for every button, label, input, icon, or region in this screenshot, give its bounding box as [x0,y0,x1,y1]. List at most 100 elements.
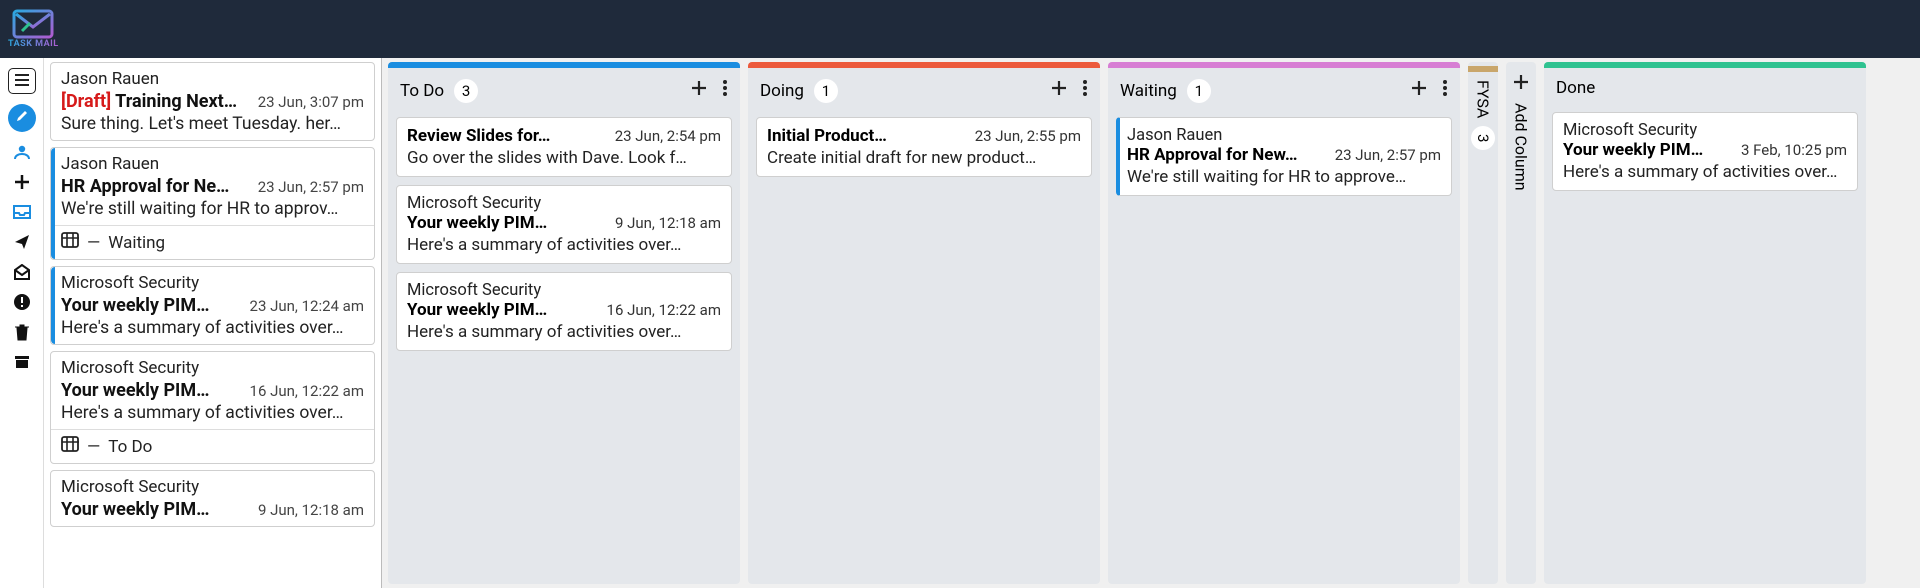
logo-envelope-icon [12,9,54,39]
column-count: 1 [1187,79,1211,103]
column-title: To Do [400,81,444,101]
column-done: Done Microsoft Security Your weekly PIM…… [1544,62,1866,584]
board-icon [61,436,79,457]
column-doing: Doing 1 Initial Product… 23 Jun, 2:55 pm… [748,62,1100,584]
email-item[interactable]: Microsoft Security Your weekly PIM… 9 Ju… [50,470,375,527]
card-subject: Your weekly PIM… [407,300,601,320]
email-item[interactable]: Jason Rauen [Draft] Training Next… 23 Ju… [50,62,375,141]
card[interactable]: Jason Rauen HR Approval for New… 23 Jun,… [1116,117,1452,196]
card-preview: Here's a summary of activities over… [407,235,721,255]
email-preview: Here's a summary of activities over… [61,318,364,338]
card-subject: HR Approval for New… [1127,145,1329,165]
app-header: TASK MAIL [0,0,1920,58]
card-preview: Create initial draft for new product… [767,148,1081,168]
card-from: Microsoft Security [407,194,721,213]
column-menu-button[interactable] [1442,78,1448,103]
column-title: Doing [760,81,804,101]
email-time: 23 Jun, 2:57 pm [258,178,364,196]
email-from: Microsoft Security [61,273,364,293]
email-tag-row: — Waiting [51,225,374,259]
column-menu-button[interactable] [1082,78,1088,103]
email-item[interactable]: Jason Rauen HR Approval for Ne… 23 Jun, … [50,147,375,260]
column-count: 3 [1471,126,1495,150]
sidebar-trash[interactable] [12,322,32,342]
email-tag: Waiting [108,233,165,253]
column-count: 3 [454,79,478,103]
card[interactable]: Microsoft Security Your weekly PIM… 16 J… [396,272,732,351]
email-from: Microsoft Security [61,477,364,497]
email-tag-row: — To Do [51,429,374,463]
card-time: 23 Jun, 2:54 pm [615,127,721,145]
card-preview: Go over the slides with Dave. Look f… [407,148,721,168]
email-from: Microsoft Security [61,358,364,378]
add-column-button[interactable]: Add Column [1506,62,1536,584]
compose-button[interactable] [8,104,36,132]
pencil-icon [14,108,30,128]
column-accent-bar [1468,66,1498,72]
email-subject: HR Approval for Ne… [61,176,252,197]
card[interactable]: Initial Product… 23 Jun, 2:55 pm Create … [756,117,1092,177]
card-subject: Initial Product… [767,126,969,146]
email-time: 9 Jun, 12:18 am [258,501,364,519]
sidebar-add[interactable] [12,172,32,192]
email-item[interactable]: Microsoft Security Your weekly PIM… 16 J… [50,351,375,464]
column-menu-button[interactable] [722,78,728,103]
card-from: Microsoft Security [407,281,721,300]
card-preview: Here's a summary of activities over… [1563,162,1847,182]
email-subject: Your weekly PIM… [61,295,244,316]
email-subject: Your weekly PIM… [61,380,244,401]
email-subject: [Draft] Training Next… [61,91,252,112]
email-from: Jason Rauen [61,69,364,89]
sidebar [0,58,44,588]
email-preview: Sure thing. Let's meet Tuesday. her… [61,114,364,134]
sidebar-alerts[interactable] [12,292,32,312]
email-time: 16 Jun, 12:22 am [250,382,364,400]
card-time: 16 Jun, 12:22 am [607,301,721,319]
card[interactable]: Microsoft Security Your weekly PIM… 9 Ju… [396,185,732,264]
sidebar-archive[interactable] [12,352,32,372]
card-time: 9 Jun, 12:18 am [615,214,721,232]
email-preview: We're still waiting for HR to approv… [61,199,364,219]
card-subject: Your weekly PIM… [407,213,609,233]
card-subject: Review Slides for… [407,126,609,146]
add-card-button[interactable] [1410,78,1428,103]
add-card-button[interactable] [1050,78,1068,103]
email-time: 23 Jun, 12:24 am [250,297,364,315]
column-title: Waiting [1120,81,1177,101]
app-logo: TASK MAIL [8,9,59,49]
email-tag: To Do [108,437,152,457]
card-time: 3 Feb, 10:25 pm [1741,141,1847,159]
card-from: Jason Rauen [1127,126,1441,145]
column-fysa-collapsed[interactable]: FYSA 3 [1468,62,1498,584]
menu-button[interactable] [8,68,36,94]
sidebar-people[interactable] [12,142,32,162]
column-todo: To Do 3 Review Slides for… 23 Jun, 2:54 … [388,62,740,584]
app-name: TASK MAIL [8,39,59,49]
email-subject: Your weekly PIM… [61,499,252,520]
menu-icon [14,72,30,91]
board-icon [61,232,79,253]
kanban-board: To Do 3 Review Slides for… 23 Jun, 2:54 … [382,58,1920,588]
email-item[interactable]: Microsoft Security Your weekly PIM… 23 J… [50,266,375,345]
card-preview: We're still waiting for HR to approve… [1127,167,1441,187]
column-waiting: Waiting 1 Jason Rauen HR Approval for Ne… [1108,62,1460,584]
email-from: Jason Rauen [61,154,364,174]
card-preview: Here's a summary of activities over… [407,322,721,342]
card-subject: Your weekly PIM… [1563,140,1735,160]
card-time: 23 Jun, 2:55 pm [975,127,1081,145]
plus-icon [1512,72,1530,97]
email-time: 23 Jun, 3:07 pm [258,93,364,111]
card[interactable]: Review Slides for… 23 Jun, 2:54 pm Go ov… [396,117,732,177]
email-list: Jason Rauen [Draft] Training Next… 23 Ju… [44,58,382,588]
draft-badge: [Draft] [61,91,111,112]
column-count: 1 [814,79,838,103]
add-column-label: Add Column [1512,103,1531,191]
sidebar-open-envelope[interactable] [12,262,32,282]
column-title: FYSA [1474,80,1493,118]
sidebar-inbox[interactable] [12,202,32,222]
add-card-button[interactable] [690,78,708,103]
card-from: Microsoft Security [1563,121,1847,140]
card[interactable]: Microsoft Security Your weekly PIM… 3 Fe… [1552,112,1858,191]
column-title: Done [1556,78,1595,98]
sidebar-sent[interactable] [12,232,32,252]
